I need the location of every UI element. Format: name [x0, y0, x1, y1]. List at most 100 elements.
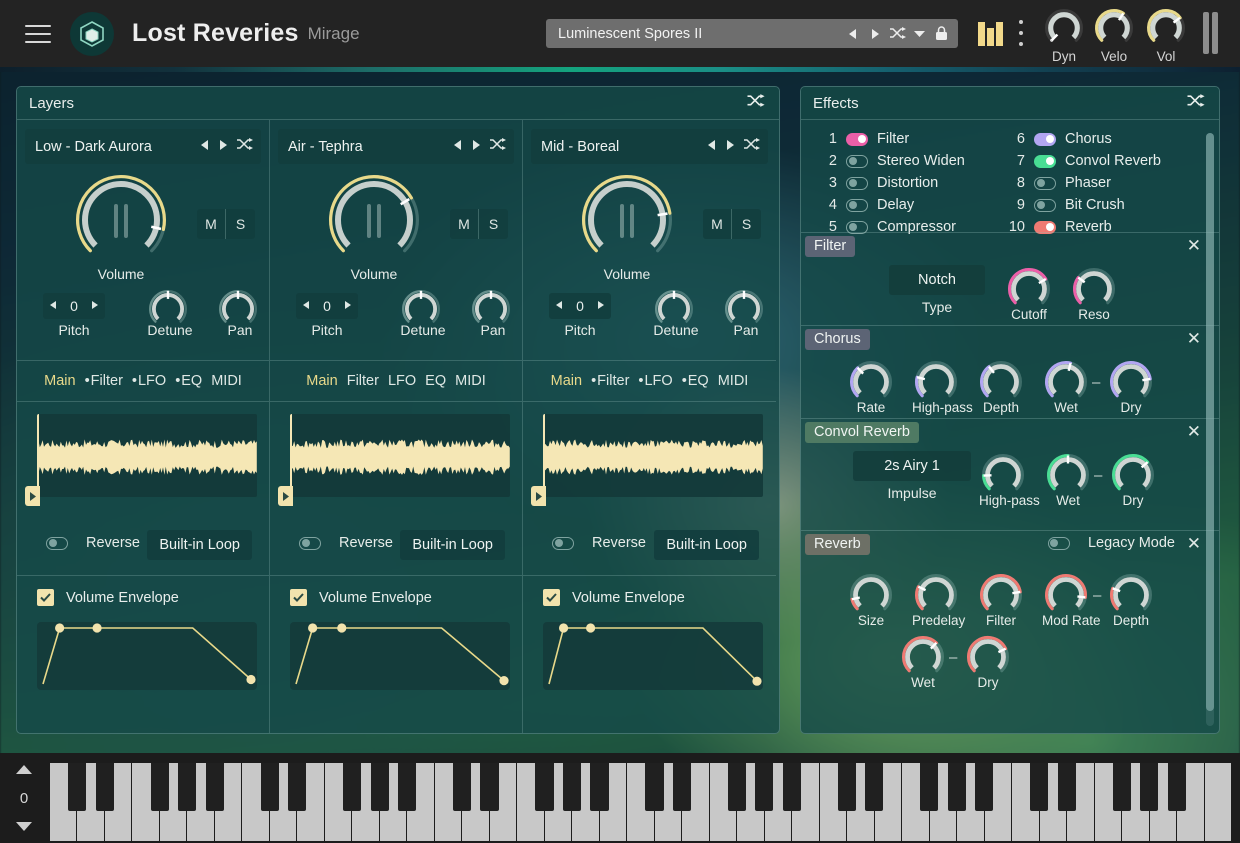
black-key[interactable]: [590, 763, 609, 811]
layer-pan-knob[interactable]: [724, 289, 768, 323]
effect-power-toggle[interactable]: [846, 198, 868, 212]
preset-next-button[interactable]: [864, 19, 886, 48]
layer-shuffle-icon[interactable]: [739, 137, 768, 157]
black-key[interactable]: [178, 763, 197, 811]
waveform-start-marker[interactable]: [25, 486, 40, 506]
envelope-graph[interactable]: [543, 622, 763, 690]
black-key[interactable]: [205, 763, 224, 811]
tab-lfo[interactable]: •LFO: [638, 373, 672, 389]
black-key[interactable]: [1057, 763, 1076, 811]
layer-pitch-stepper[interactable]: 0: [549, 293, 611, 319]
layer-mute-button[interactable]: M: [197, 209, 226, 239]
layer-pitch-stepper[interactable]: 0: [43, 293, 105, 319]
octave-shift-control[interactable]: 0: [8, 765, 40, 831]
white-key[interactable]: [1204, 763, 1232, 841]
layer-solo-button[interactable]: S: [732, 209, 761, 239]
black-key[interactable]: [1140, 763, 1159, 811]
effect-power-toggle[interactable]: [846, 132, 868, 146]
effect-slot-row[interactable]: 8 Phaser: [1001, 172, 1191, 194]
preset-save-icon[interactable]: [930, 19, 952, 48]
reverse-toggle[interactable]: Reverse: [37, 535, 140, 551]
black-key[interactable]: [837, 763, 856, 811]
pitch-down-icon[interactable]: [49, 297, 57, 315]
black-key[interactable]: [865, 763, 884, 811]
black-key[interactable]: [95, 763, 114, 811]
black-key[interactable]: [1112, 763, 1131, 811]
loop-mode-button[interactable]: Built-in Loop: [400, 530, 505, 560]
effect-power-toggle[interactable]: [1034, 132, 1056, 146]
octave-up-icon[interactable]: [16, 765, 32, 774]
pitch-down-icon[interactable]: [555, 297, 563, 315]
effect-slot-row[interactable]: 2 Stereo Widen: [813, 150, 1003, 172]
reverse-switch-icon[interactable]: [299, 536, 321, 550]
black-key[interactable]: [260, 763, 279, 811]
effect-slot-row[interactable]: 3 Distortion: [813, 172, 1003, 194]
envelope-graph[interactable]: [37, 622, 257, 690]
layer-prev-button[interactable]: [449, 138, 467, 156]
loop-mode-button[interactable]: Built-in Loop: [147, 530, 252, 560]
keyboard-keys[interactable]: [50, 763, 1232, 841]
layer-prev-button[interactable]: [196, 138, 214, 156]
overflow-menu-icon[interactable]: [1014, 20, 1028, 46]
effect-close-icon[interactable]: ✕: [1187, 534, 1201, 554]
effect-close-icon[interactable]: ✕: [1187, 236, 1201, 256]
header-knob-vol[interactable]: Vol: [1138, 8, 1194, 64]
tab-filter[interactable]: Filter: [347, 373, 379, 389]
layer-pan-knob[interactable]: [471, 289, 515, 323]
pitch-up-icon[interactable]: [344, 297, 352, 315]
header-knob-velo[interactable]: Velo: [1086, 8, 1142, 64]
reverse-toggle[interactable]: Reverse: [543, 535, 646, 551]
legacy-switch-icon[interactable]: [1047, 536, 1070, 550]
layer-shuffle-icon[interactable]: [232, 137, 261, 157]
black-key[interactable]: [672, 763, 692, 811]
loop-mode-button[interactable]: Built-in Loop: [654, 530, 759, 560]
effect-power-toggle[interactable]: [846, 154, 868, 168]
black-key[interactable]: [755, 763, 774, 811]
hamburger-menu-icon[interactable]: [25, 24, 51, 43]
layer-volume-knob[interactable]: Volume: [569, 174, 685, 282]
tab-midi[interactable]: MIDI: [455, 373, 486, 389]
layer-detune-knob[interactable]: [148, 289, 192, 323]
layer-pitch-stepper[interactable]: 0: [296, 293, 358, 319]
black-key[interactable]: [975, 763, 994, 811]
tab-lfo[interactable]: •LFO: [132, 373, 166, 389]
black-key[interactable]: [782, 763, 801, 811]
layer-pan-knob[interactable]: [218, 289, 262, 323]
black-key[interactable]: [68, 763, 87, 811]
tab-eq[interactable]: EQ: [425, 373, 446, 389]
waveform-start-marker[interactable]: [531, 486, 546, 506]
effect-slot-row[interactable]: 1 Filter: [813, 128, 1003, 150]
layer-next-button[interactable]: [214, 138, 232, 156]
black-key[interactable]: [343, 763, 362, 811]
layer-next-button[interactable]: [467, 138, 485, 156]
black-key[interactable]: [947, 763, 966, 811]
header-knob-dyn[interactable]: Dyn: [1036, 8, 1092, 64]
waveform-start-marker[interactable]: [278, 486, 293, 506]
header-knob-dial[interactable]: [1036, 8, 1092, 48]
legacy-mode-toggle[interactable]: Legacy Mode: [1039, 535, 1175, 551]
effect-close-icon[interactable]: ✕: [1187, 329, 1201, 349]
pitch-up-icon[interactable]: [597, 297, 605, 315]
effect-power-toggle[interactable]: [1034, 176, 1056, 190]
piano-keys-icon[interactable]: [978, 20, 1006, 46]
effect-slot-row[interactable]: 9 Bit Crush: [1001, 194, 1191, 216]
layer-volume-knob[interactable]: Volume: [63, 174, 179, 282]
pitch-down-icon[interactable]: [302, 297, 310, 315]
layer-volume-knob[interactable]: Volume: [316, 174, 432, 282]
black-key[interactable]: [398, 763, 417, 811]
reverse-switch-icon[interactable]: [46, 536, 68, 550]
black-key[interactable]: [1167, 763, 1186, 811]
sample-waveform[interactable]: [543, 414, 763, 497]
octave-down-icon[interactable]: [16, 822, 32, 831]
layer-detune-knob[interactable]: [654, 289, 698, 323]
tab-filter[interactable]: •Filter: [591, 373, 629, 389]
effect-slot-row[interactable]: 7 Convol Reverb: [1001, 150, 1191, 172]
sample-waveform[interactable]: [37, 414, 257, 497]
layer-solo-button[interactable]: S: [226, 209, 255, 239]
layer-mute-button[interactable]: M: [450, 209, 479, 239]
effect-power-toggle[interactable]: [1034, 198, 1056, 212]
black-key[interactable]: [452, 763, 472, 811]
reverse-switch-icon[interactable]: [552, 536, 574, 550]
layer-detune-knob[interactable]: [401, 289, 445, 323]
envelope-checkbox[interactable]: [37, 589, 54, 606]
